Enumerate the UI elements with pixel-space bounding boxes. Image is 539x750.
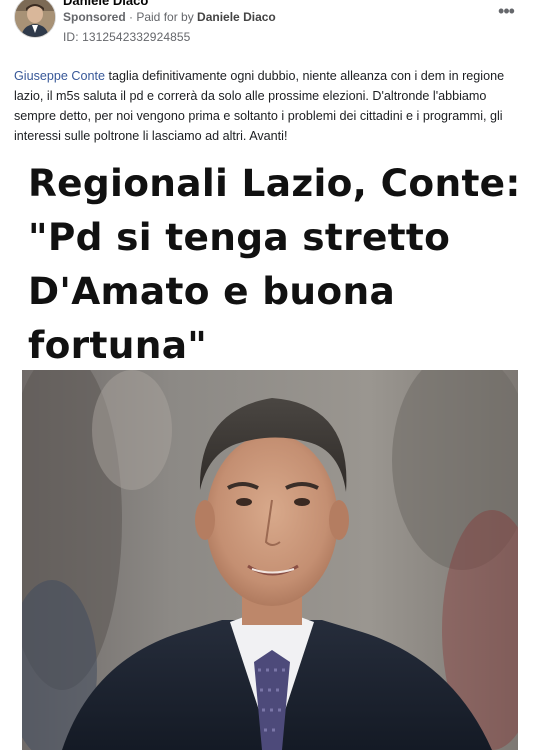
more-options-icon[interactable]: •••: [494, 2, 518, 24]
paid-for-prefix: · Paid for by: [125, 10, 198, 24]
post-caption: Giuseppe Conte taglia definitivamente og…: [14, 66, 530, 146]
headline-line: "Pd si tenga stretto: [28, 215, 451, 259]
ad-post-card: Daniele Diaco Sponsored · Paid for by Da…: [0, 0, 539, 750]
post-image[interactable]: Regionali Lazio, Conte: "Pd si tenga str…: [22, 152, 518, 750]
post-header: Daniele Diaco Sponsored · Paid for by Da…: [0, 0, 539, 52]
author-name[interactable]: Daniele Diaco: [63, 0, 148, 8]
portrait-photo: [22, 370, 518, 750]
headline-line: Regionali Lazio, Conte:: [28, 161, 518, 205]
ad-id: ID: 1312542332924855: [63, 30, 191, 44]
headline-line: D'Amato e buona: [28, 269, 396, 313]
avatar[interactable]: [14, 0, 56, 38]
mention-link[interactable]: Giuseppe Conte: [14, 69, 105, 83]
sponsored-label: Sponsored: [63, 10, 126, 24]
headline-line: fortuna": [28, 323, 208, 367]
image-headline: Regionali Lazio, Conte: "Pd si tenga str…: [28, 156, 518, 372]
paid-for-name[interactable]: Daniele Diaco: [197, 10, 276, 24]
sponsored-line: Sponsored · Paid for by Daniele Diaco: [63, 10, 276, 24]
